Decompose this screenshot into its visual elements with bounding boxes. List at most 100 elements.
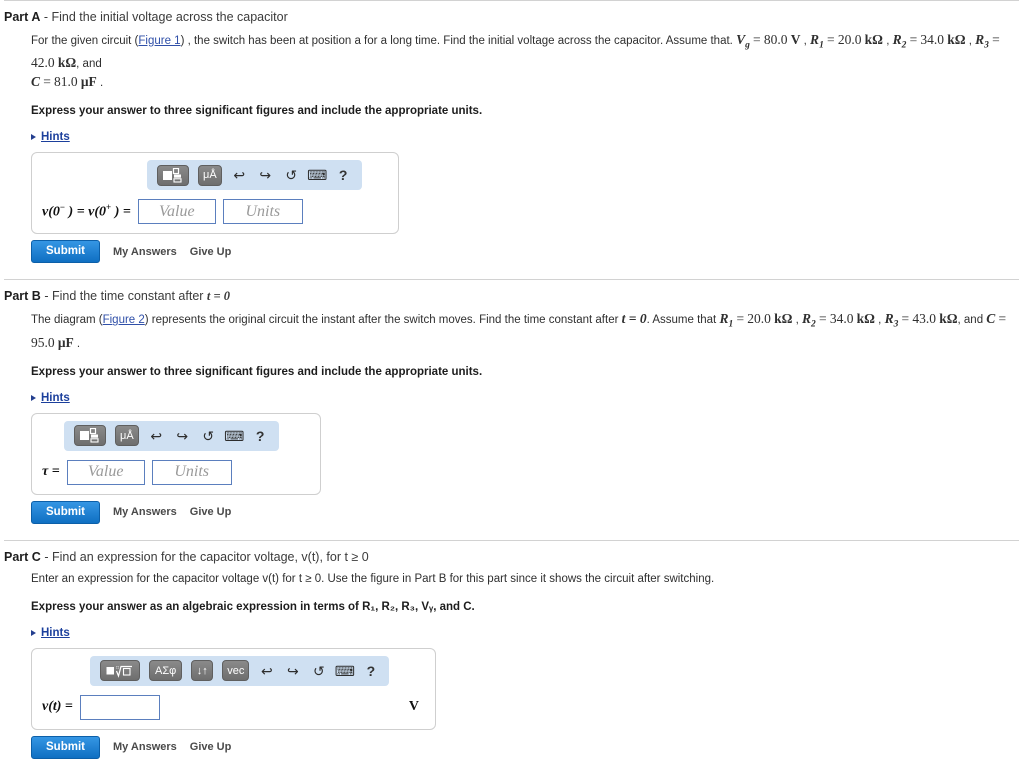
part-a-give-up-link[interactable]: Give Up bbox=[190, 246, 232, 258]
reset-icon[interactable]: ↺ bbox=[283, 167, 300, 184]
nth-root-template-icon[interactable]: □ bbox=[100, 660, 140, 682]
part-a-dash: - bbox=[43, 10, 49, 24]
units-micro-angstrom-icon[interactable]: μÅ bbox=[115, 425, 139, 447]
part-c-unit-label: V bbox=[408, 699, 419, 715]
undo-icon[interactable]: ↩ bbox=[258, 662, 275, 679]
part-a-hints-row[interactable]: Hints bbox=[31, 131, 1024, 143]
given-r3-subscript: 3 bbox=[984, 40, 989, 51]
part-b-toolbar: μÅ ↩ ↪ ↺ ⌨ ? bbox=[64, 420, 279, 451]
part-c-heading: Part C - Find an expression for the capa… bbox=[4, 549, 1024, 565]
undo-icon[interactable]: ↩ bbox=[231, 167, 248, 184]
part-b-title-math: t = 0 bbox=[206, 289, 231, 304]
template-exponent-fraction-icon[interactable] bbox=[157, 164, 189, 186]
part-a-submit-button[interactable]: Submit bbox=[31, 240, 100, 264]
part-a-value-input[interactable]: Value bbox=[137, 199, 216, 225]
b-given-r1-value: 20.0 bbox=[747, 311, 771, 327]
given-c-unit: μF bbox=[80, 74, 97, 90]
part-b-units-input[interactable]: Units bbox=[151, 459, 232, 485]
redo-icon[interactable]: ↪ bbox=[174, 427, 191, 444]
part-b-title-pre: Find the time constant after bbox=[51, 289, 204, 304]
b-given-r3-unit: kΩ bbox=[939, 311, 958, 327]
part-b-prompt-post: . Assume that bbox=[646, 314, 717, 327]
help-icon[interactable]: ? bbox=[335, 167, 352, 184]
part-a-my-answers-link[interactable]: My Answers bbox=[113, 246, 177, 258]
divider-a-b bbox=[4, 279, 1019, 281]
reset-icon[interactable]: ↺ bbox=[310, 662, 327, 679]
given-r2-value: 34.0 bbox=[920, 32, 945, 47]
template-exponent-fraction-icon[interactable] bbox=[74, 425, 106, 447]
part-b-submit-button[interactable]: Submit bbox=[31, 500, 100, 524]
b-given-c-unit: μF bbox=[57, 334, 74, 350]
part-a-toolbar: μÅ ↩ ↪ ↺ ⌨ ? bbox=[147, 160, 362, 191]
part-a-equation-label: v(0− ) = v(0+ ) = bbox=[42, 202, 131, 221]
part-c-actions: Submit My Answers Give Up bbox=[31, 735, 1024, 759]
b-given-r2-subscript: 2 bbox=[811, 319, 816, 330]
part-c-expression-input[interactable] bbox=[79, 694, 160, 720]
undo-icon[interactable]: ↩ bbox=[148, 427, 165, 444]
problem-page: Part A - Find the initial voltage across… bbox=[0, 0, 1024, 761]
arrows-updown-icon[interactable]: ↓↑ bbox=[191, 660, 214, 682]
b-given-r2-unit: kΩ bbox=[856, 311, 875, 327]
part-b-prompt-math: t = 0 bbox=[621, 311, 647, 327]
part-b-heading: Part B - Find the time constant after t … bbox=[4, 288, 1024, 304]
given-r1-unit: kΩ bbox=[864, 32, 883, 47]
b-given-r1-unit: kΩ bbox=[774, 311, 793, 327]
chevron-right-icon bbox=[31, 629, 36, 636]
chevron-right-icon bbox=[31, 394, 36, 401]
part-a-hints-link[interactable]: Hints bbox=[41, 131, 70, 143]
part-b-my-answers-link[interactable]: My Answers bbox=[113, 506, 177, 518]
part-c-prompt: Enter an expression for the capacitor vo… bbox=[31, 572, 715, 585]
figure-2-link[interactable]: Figure 2 bbox=[103, 314, 145, 326]
part-a-givens-tail: , and bbox=[76, 58, 102, 71]
help-icon[interactable]: ? bbox=[252, 427, 269, 444]
part-c-my-answers-link[interactable]: My Answers bbox=[113, 741, 177, 753]
part-c-section: Part C - Find an expression for the capa… bbox=[0, 549, 1024, 761]
part-b-hints-link[interactable]: Hints bbox=[41, 392, 70, 404]
part-a-label: Part A bbox=[4, 10, 41, 24]
b-given-r3-symbol: R bbox=[884, 311, 894, 327]
part-a-express: Express your answer to three significant… bbox=[31, 105, 483, 118]
help-icon[interactable]: ? bbox=[362, 662, 379, 679]
keyboard-icon[interactable]: ⌨ bbox=[224, 427, 244, 444]
figure-1-link[interactable]: Figure 1 bbox=[138, 35, 180, 47]
part-c-hints-link[interactable]: Hints bbox=[41, 627, 70, 639]
part-b-prompt-mid: ) represents the original circuit the in… bbox=[144, 314, 619, 327]
part-a-units-input[interactable]: Units bbox=[222, 199, 303, 225]
b-given-r3-subscript: 3 bbox=[893, 319, 899, 330]
part-c-label: Part C bbox=[4, 549, 41, 564]
part-a-title: Find the initial voltage across the capa… bbox=[51, 10, 288, 24]
part-c-give-up-link[interactable]: Give Up bbox=[190, 741, 232, 753]
b-given-c-symbol: C bbox=[986, 311, 996, 327]
greek-letters-icon[interactable]: ΑΣφ bbox=[149, 660, 183, 682]
part-a-prompt: For the given circuit (Figure 1) , the s… bbox=[31, 32, 1000, 90]
svg-text:□: □ bbox=[116, 666, 119, 671]
redo-icon[interactable]: ↪ bbox=[284, 662, 301, 679]
vector-icon[interactable]: vec bbox=[222, 660, 250, 682]
b-given-r2-symbol: R bbox=[802, 311, 812, 327]
part-c-entry-row: v(t) = V bbox=[42, 694, 425, 720]
part-b-answer-panel: μÅ ↩ ↪ ↺ ⌨ ? τ = Value Units bbox=[31, 412, 321, 495]
part-b-hints-row[interactable]: Hints bbox=[31, 392, 1024, 404]
part-c-submit-button[interactable]: Submit bbox=[31, 735, 100, 759]
given-c-symbol: C bbox=[31, 74, 41, 90]
divider-b-c bbox=[4, 539, 1019, 541]
part-b-give-up-link[interactable]: Give Up bbox=[190, 506, 232, 518]
given-r3-unit: kΩ bbox=[57, 55, 77, 71]
redo-icon[interactable]: ↪ bbox=[257, 167, 274, 184]
part-c-title: Find an expression for the capacitor vol… bbox=[51, 549, 369, 564]
part-b-label: Part B bbox=[4, 289, 41, 304]
given-r2-symbol: R bbox=[892, 32, 902, 47]
keyboard-icon[interactable]: ⌨ bbox=[335, 662, 355, 679]
given-r1-value: 20.0 bbox=[837, 32, 862, 47]
part-b-value-input[interactable]: Value bbox=[66, 459, 145, 485]
part-c-hints-row[interactable]: Hints bbox=[31, 627, 1024, 639]
units-micro-angstrom-icon[interactable]: μÅ bbox=[198, 164, 222, 186]
keyboard-icon[interactable]: ⌨ bbox=[307, 167, 327, 184]
given-vg-subscript: g bbox=[745, 40, 750, 51]
b-given-r1-subscript: 1 bbox=[728, 319, 734, 330]
reset-icon[interactable]: ↺ bbox=[200, 427, 217, 444]
top-divider bbox=[4, 0, 1019, 1]
part-c-express: Express your answer as an algebraic expr… bbox=[31, 600, 475, 613]
part-b-givens-tail: , and bbox=[957, 314, 984, 327]
given-vg-value: 80.0 bbox=[763, 32, 788, 47]
